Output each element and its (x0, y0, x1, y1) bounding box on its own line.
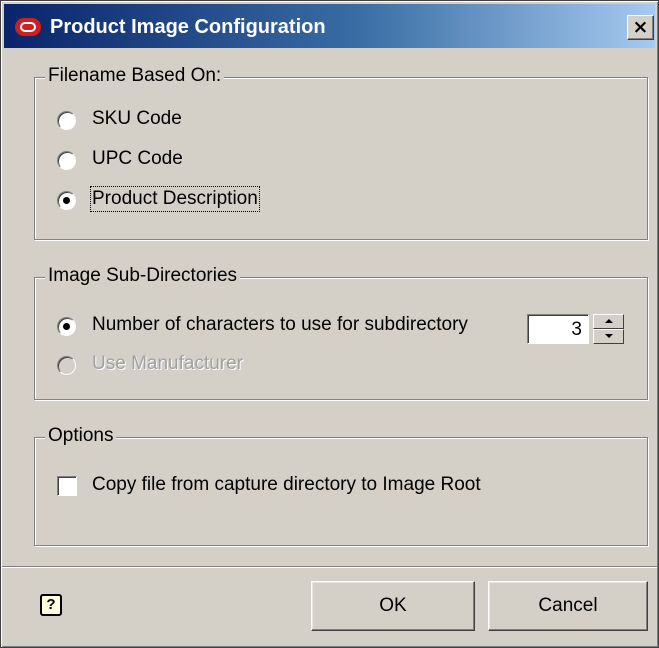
upc-code-radio[interactable] (57, 151, 76, 170)
sku-code-label[interactable]: SKU Code (92, 108, 182, 130)
upc-code-label[interactable]: UPC Code (92, 148, 183, 170)
product-description-radio[interactable] (57, 191, 76, 210)
ok-button[interactable]: OK (311, 581, 475, 631)
spinner-down-arrow-icon (605, 334, 613, 338)
number-of-characters-radio[interactable] (57, 317, 76, 336)
sku-code-radio[interactable] (57, 111, 76, 130)
cancel-button[interactable]: Cancel (488, 581, 648, 631)
use-manufacturer-radio (57, 356, 76, 375)
close-button[interactable]: × (627, 15, 654, 40)
filename-group-legend: Filename Based On: (45, 65, 225, 87)
help-icon[interactable]: ? (40, 594, 62, 616)
number-of-characters-label[interactable]: Number of characters to use for subdirec… (92, 314, 468, 336)
copy-file-checkbox[interactable] (57, 476, 77, 496)
use-manufacturer-label: Use Manufacturer (92, 353, 244, 374)
subdirectory-characters-input[interactable]: 3 (527, 314, 589, 344)
product-image-configuration-dialog: Product Image Configuration × Filename B… (0, 0, 659, 648)
spinner-up-arrow-icon (605, 319, 613, 323)
subdir-group-legend: Image Sub-Directories (45, 265, 241, 287)
title-bar[interactable]: Product Image Configuration × (4, 4, 655, 48)
oracle-app-icon (15, 18, 41, 36)
footer-separator (2, 566, 657, 568)
spinner-up-button[interactable] (593, 314, 624, 329)
product-description-label[interactable]: Product Description (90, 186, 260, 212)
window-title: Product Image Configuration (50, 16, 326, 38)
options-group-legend: Options (45, 425, 117, 447)
spinner-down-button[interactable] (593, 329, 624, 344)
copy-file-label[interactable]: Copy file from capture directory to Imag… (92, 474, 481, 496)
